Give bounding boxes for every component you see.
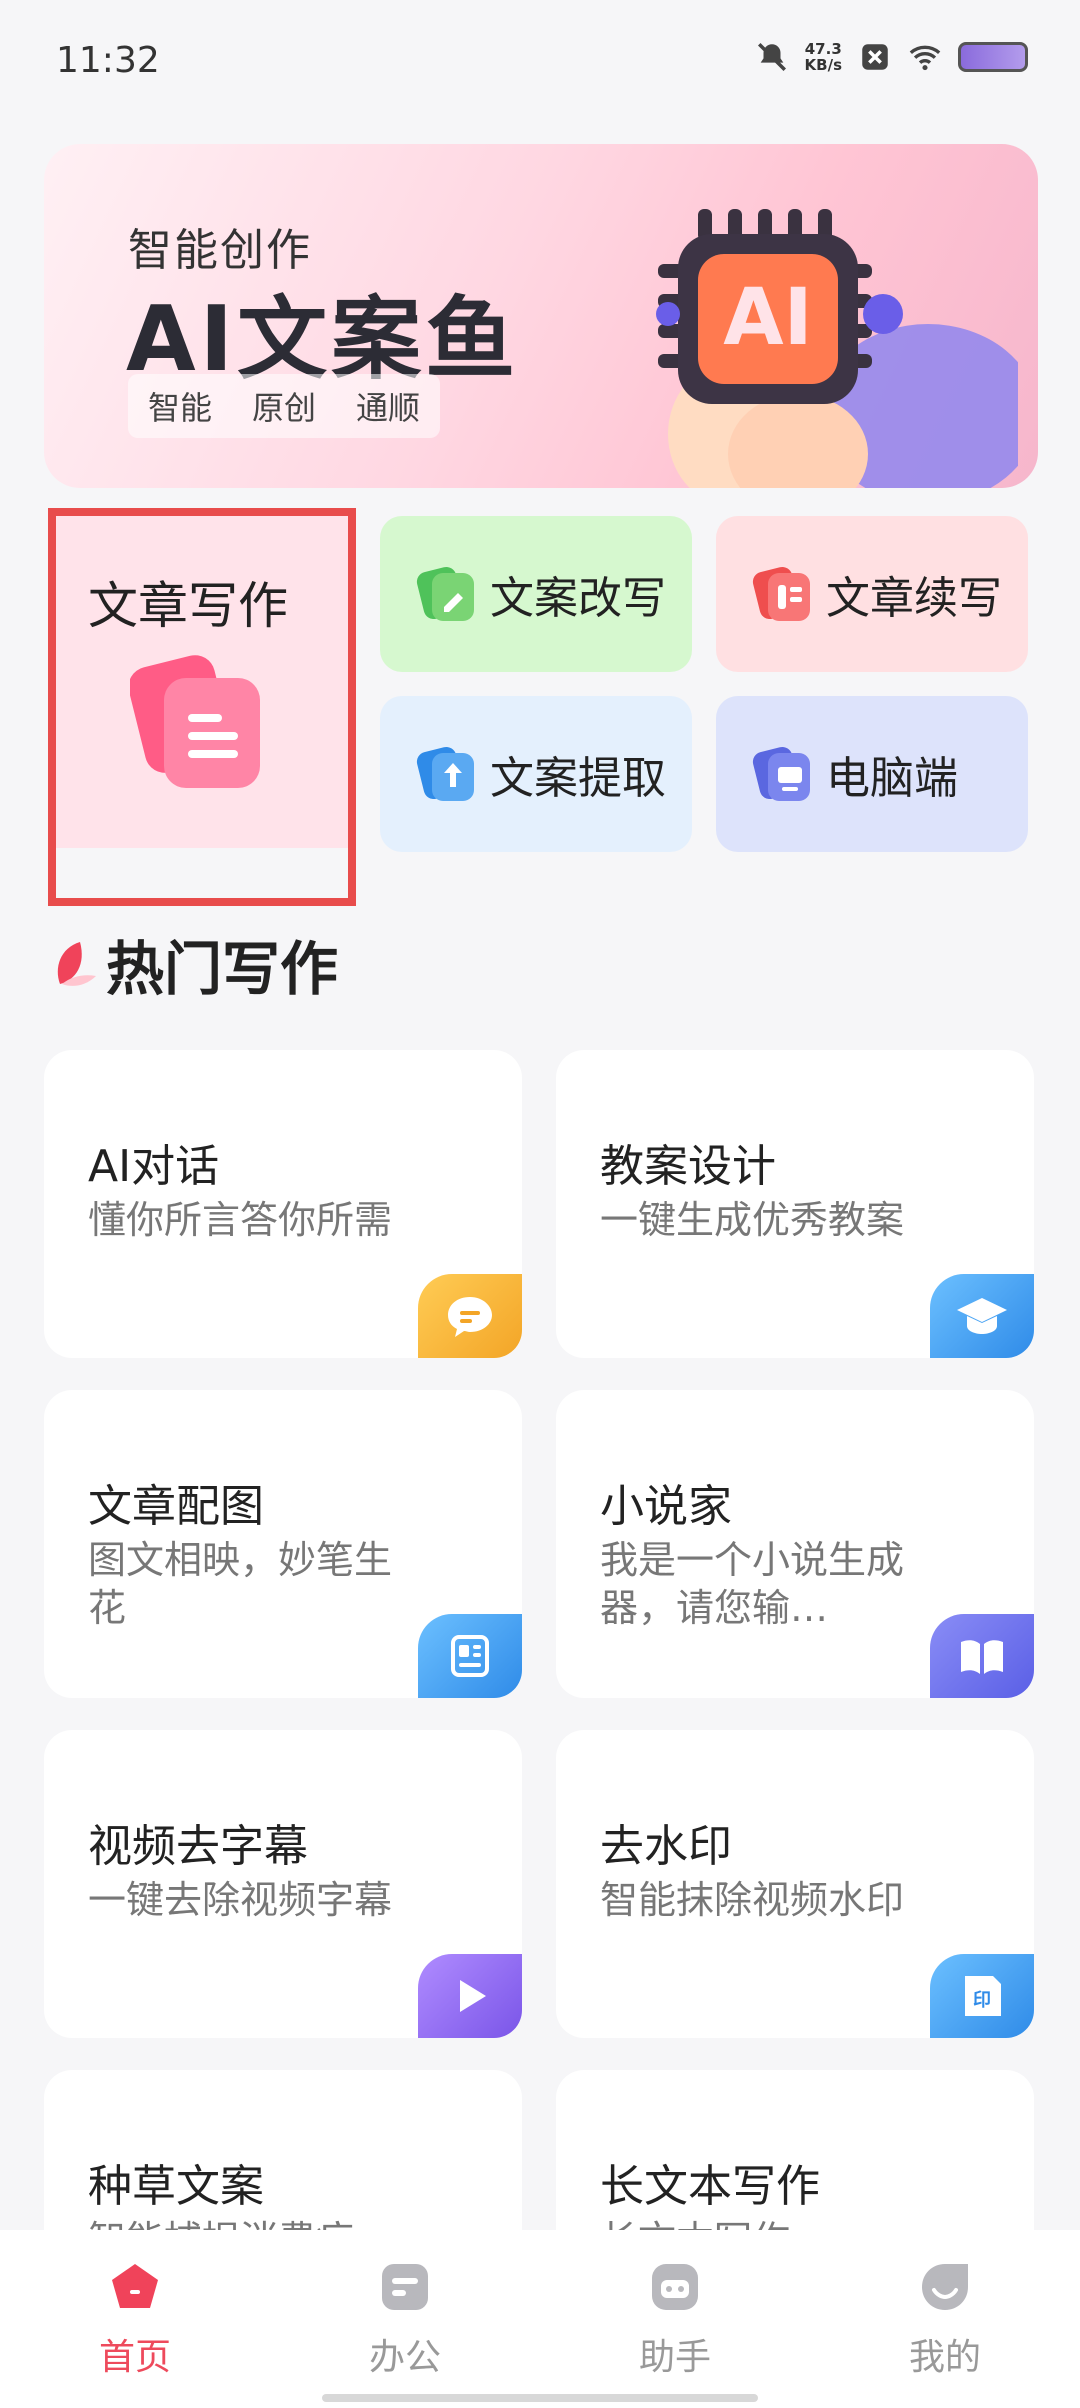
play-icon bbox=[418, 1954, 522, 2038]
office-icon bbox=[382, 2264, 428, 2310]
robot-icon bbox=[652, 2264, 698, 2310]
card-title: 视频去字幕 bbox=[88, 1821, 308, 1872]
mute-bell-icon bbox=[757, 42, 786, 72]
book-icon bbox=[930, 1614, 1034, 1698]
nav-home[interactable]: 首页 bbox=[0, 2230, 270, 2408]
banner-tag: 智能 bbox=[148, 389, 213, 427]
home-icon bbox=[112, 2264, 158, 2308]
graduation-cap-icon bbox=[930, 1274, 1034, 1358]
lesson-plan-card[interactable]: 教案设计 一键生成优秀教案 bbox=[556, 1050, 1034, 1358]
monitor-icon bbox=[752, 746, 810, 801]
remove-watermark-card[interactable]: 去水印 智能抹除视频水印 印 bbox=[556, 1730, 1034, 2038]
leaf-icon bbox=[57, 942, 96, 986]
ai-chip-illustration: AI bbox=[656, 209, 1018, 488]
bottom-nav: 首页 办公 助手 我的 bbox=[0, 2230, 1080, 2408]
nav-assistant[interactable]: 助手 bbox=[540, 2230, 810, 2408]
copy-extract-tile[interactable]: 文案提取 bbox=[380, 696, 692, 852]
article-image-card[interactable]: 文章配图 图文相映，妙笔生花 bbox=[44, 1390, 522, 1698]
nav-mine[interactable]: 我的 bbox=[810, 2230, 1080, 2408]
image-text-icon bbox=[418, 1614, 522, 1698]
nav-office[interactable]: 办公 bbox=[270, 2230, 540, 2408]
nav-label: 首页 bbox=[98, 2337, 171, 2378]
edit-note-icon bbox=[416, 566, 474, 621]
card-title: 小说家 bbox=[600, 1481, 732, 1532]
status-time: 11:32 bbox=[56, 40, 160, 81]
copy-rewrite-label: 文案改写 bbox=[490, 573, 666, 624]
home-indicator[interactable] bbox=[322, 2394, 758, 2402]
profile-icon bbox=[922, 2264, 968, 2310]
card-title: 文章配图 bbox=[88, 1481, 264, 1532]
novelist-card[interactable]: 小说家 我是一个小说生成器，请您输… bbox=[556, 1390, 1034, 1698]
nav-label: 我的 bbox=[908, 2337, 981, 2378]
net-speed: 47.3 KB/s bbox=[804, 40, 842, 74]
x-box-icon bbox=[862, 44, 888, 70]
continue-doc-icon bbox=[752, 566, 810, 621]
upload-arrow-icon bbox=[416, 746, 474, 801]
nav-label: 助手 bbox=[638, 2337, 711, 2378]
card-desc: 图文相映，妙笔生花 bbox=[88, 1538, 393, 1630]
status-bar: 11:32 47.3 KB/s bbox=[0, 0, 1080, 120]
card-title: 种草文案 bbox=[88, 2161, 264, 2212]
nav-label: 办公 bbox=[368, 2337, 441, 2378]
chat-bubble-icon bbox=[418, 1274, 522, 1358]
banner-tag: 原创 bbox=[252, 389, 317, 427]
battery-icon bbox=[958, 42, 1028, 72]
card-desc: 智能抹除视频水印 bbox=[600, 1878, 905, 1922]
wifi-icon bbox=[909, 45, 941, 71]
hot-writing-heading: 热门写作 bbox=[50, 924, 338, 1004]
status-icons: 47.3 KB/s bbox=[755, 40, 1028, 74]
ai-chat-card[interactable]: AI对话 懂你所言答你所需 bbox=[44, 1050, 522, 1358]
article-continue-label: 文章续写 bbox=[826, 573, 1002, 624]
card-desc: 我是一个小说生成器，请您输… bbox=[600, 1538, 905, 1630]
desktop-label: 电脑端 bbox=[826, 753, 958, 804]
card-desc: 一键生成优秀教案 bbox=[600, 1198, 905, 1242]
card-title: AI对话 bbox=[88, 1141, 220, 1192]
card-title: 去水印 bbox=[600, 1821, 732, 1872]
article-continue-tile[interactable]: 文章续写 bbox=[716, 516, 1028, 672]
copy-rewrite-tile[interactable]: 文案改写 bbox=[380, 516, 692, 672]
chip-text: AI bbox=[723, 273, 812, 363]
card-title: 长文本写作 bbox=[600, 2161, 820, 2212]
desktop-tile[interactable]: 电脑端 bbox=[716, 696, 1028, 852]
highlight-frame bbox=[48, 508, 356, 906]
copy-extract-label: 文案提取 bbox=[490, 753, 666, 804]
section-title: 热门写作 bbox=[106, 935, 339, 1003]
card-desc: 懂你所言答你所需 bbox=[88, 1198, 393, 1242]
svg-text:印: 印 bbox=[973, 1990, 991, 2011]
stamp-icon: 印 bbox=[930, 1954, 1034, 2038]
card-title: 教案设计 bbox=[600, 1141, 776, 1192]
video-subtitle-card[interactable]: 视频去字幕 一键去除视频字幕 bbox=[44, 1730, 522, 2038]
banner-tag: 通顺 bbox=[356, 389, 421, 427]
promo-banner[interactable]: 智能创作 AI文案鱼 智能 原创 通顺 AI bbox=[44, 144, 1038, 488]
card-desc: 一键去除视频字幕 bbox=[88, 1878, 393, 1922]
banner-tags: 智能 原创 通顺 bbox=[128, 374, 441, 438]
